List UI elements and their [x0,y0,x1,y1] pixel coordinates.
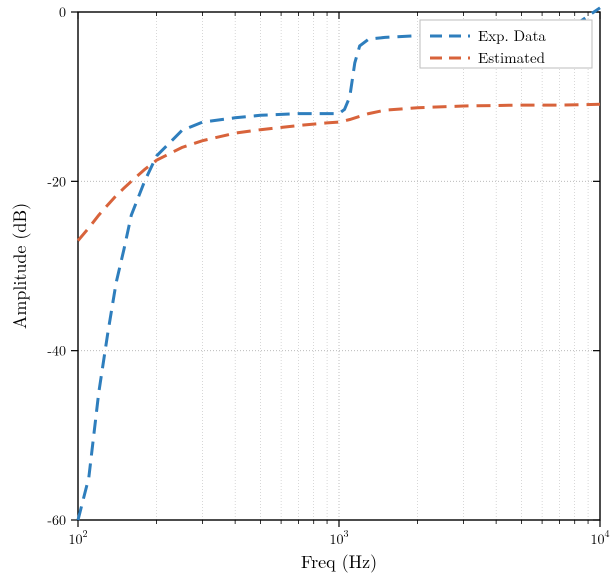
x-axis-label: Freq (Hz) [301,549,377,574]
y-tick-label: 0 [59,2,66,22]
plot-frame [78,12,600,520]
grid-minor [157,12,588,520]
legend-label: Exp. Data [478,25,546,46]
grid-major-y [78,12,600,520]
y-tick-label: -40 [47,341,66,361]
line-chart: 102 103 104 -60 -40 -20 0 Exp. DataEstimated Fr… [0,0,613,582]
x-tick-label: 102 [69,526,88,549]
x-tick-label: 103 [330,526,349,549]
x-tick-label: 104 [591,526,610,549]
chart-container: 102 103 104 -60 -40 -20 0 Exp. DataEstimated Fr… [0,0,613,582]
y-axis-label: Amplitude (dB) [7,203,32,329]
y-tick-label: -20 [47,171,66,191]
grid-major-x [78,12,600,520]
y-tick-label: -60 [47,510,66,530]
series-estimated [78,104,600,240]
legend-label: Estimated [478,47,545,68]
